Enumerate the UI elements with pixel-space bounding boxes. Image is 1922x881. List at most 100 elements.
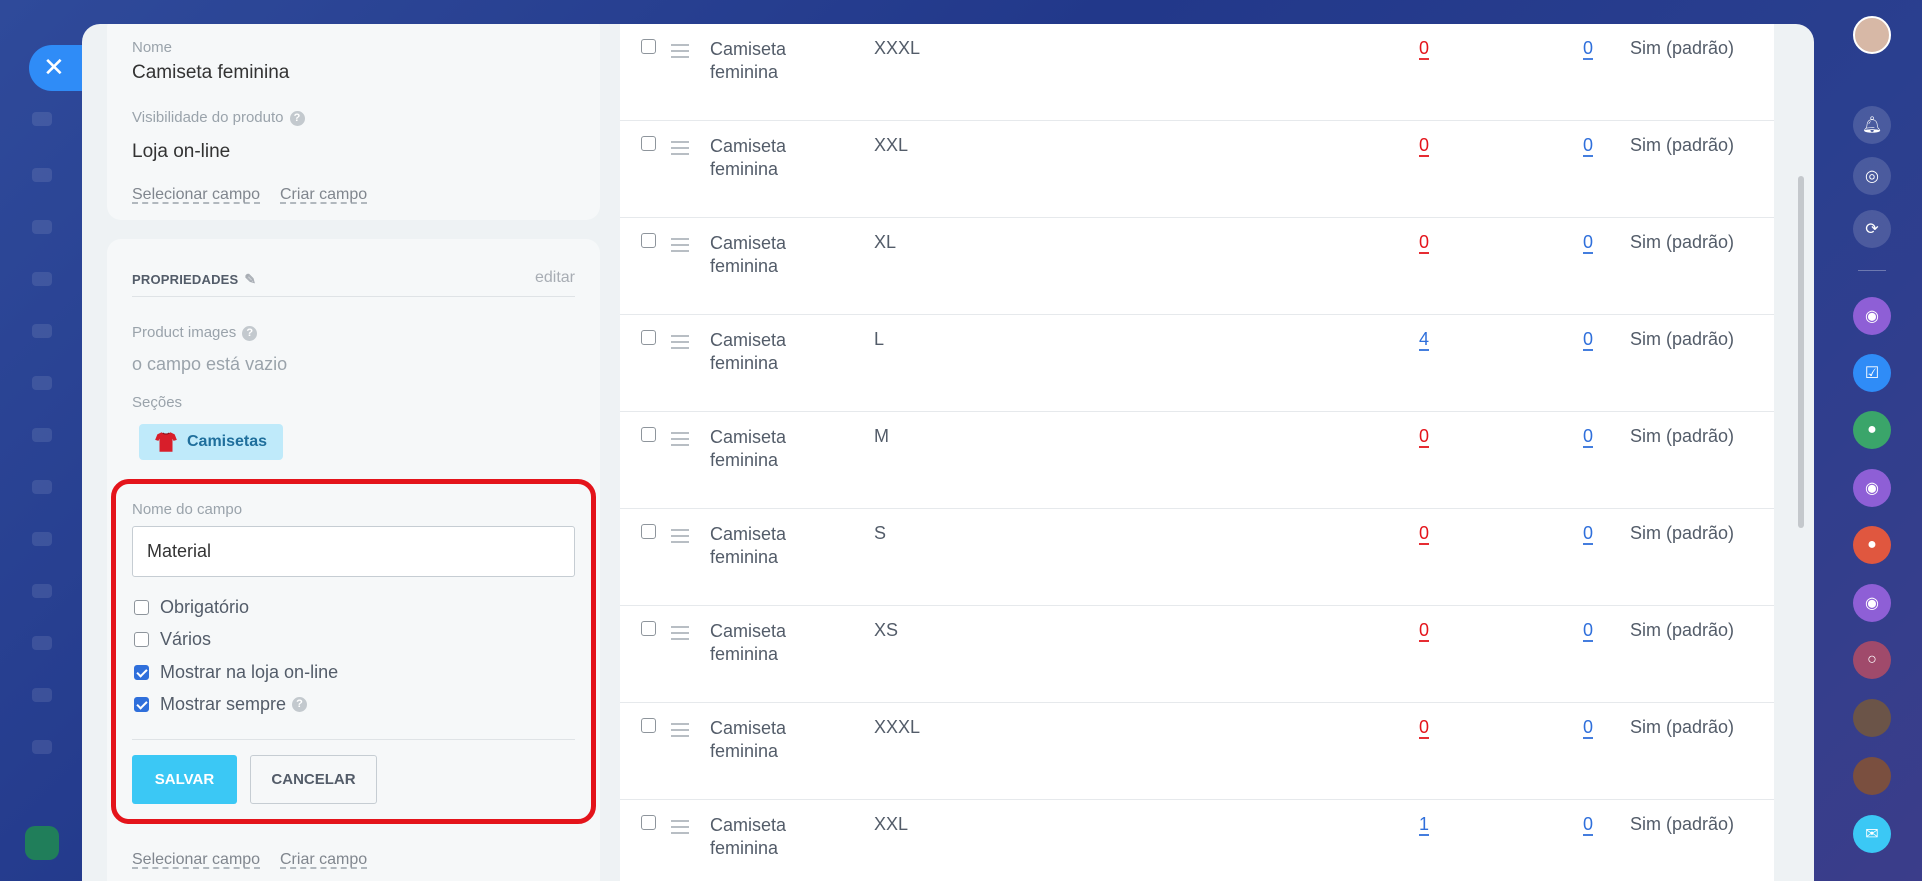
select-field-link[interactable]: Selecionar campo <box>132 851 260 869</box>
product-images-label-text: Product images <box>132 324 237 341</box>
create-field-link[interactable]: Criar campo <box>280 851 367 869</box>
pencil-icon[interactable]: ✎ <box>244 271 256 288</box>
table-row[interactable]: Camiseta feminina M 0 0 Sim (padrão) <box>620 412 1774 509</box>
task-icon[interactable]: ☑ <box>1853 354 1891 392</box>
user-avatar[interactable] <box>1853 16 1891 54</box>
close-slider-button[interactable]: ✕ <box>29 45 89 91</box>
help-icon[interactable]: ? <box>242 326 258 341</box>
drag-handle-icon[interactable] <box>671 44 689 62</box>
variant-default: Sim (padrão) <box>1630 523 1735 543</box>
variant-quantity[interactable]: 0 <box>1419 426 1429 447</box>
drag-handle-icon[interactable] <box>671 432 689 450</box>
variant-default: Sim (padrão) <box>1630 426 1735 446</box>
table-row[interactable]: Camiseta feminina XXXL 0 0 Sim (padrão) <box>620 703 1774 800</box>
table-row[interactable]: Camiseta feminina L 4 0 Sim (padrão) <box>620 315 1774 412</box>
variant-reserved[interactable]: 0 <box>1583 426 1593 447</box>
create-field-link[interactable]: Criar campo <box>280 186 367 204</box>
variant-reserved[interactable]: 0 <box>1583 38 1593 59</box>
target-icon[interactable]: ◎ <box>1853 157 1891 195</box>
bell-icon[interactable]: 🔔︎ <box>1853 106 1891 144</box>
show-in-store-checkbox[interactable] <box>134 665 149 680</box>
section-tag[interactable]: Camisetas <box>139 424 284 460</box>
row-checkbox[interactable] <box>641 136 656 151</box>
variant-quantity[interactable]: 0 <box>1419 523 1429 544</box>
user-avatar[interactable] <box>1853 699 1891 737</box>
variant-default: Sim (padrão) <box>1630 620 1735 640</box>
variant-quantity[interactable]: 4 <box>1419 329 1429 350</box>
table-row[interactable]: Camiseta feminina XXL 0 0 Sim (padrão) <box>620 121 1774 218</box>
circle-icon[interactable]: ○ <box>1853 641 1891 679</box>
bg-menu-icon <box>32 324 52 338</box>
table-row[interactable]: Camiseta feminina S 0 0 Sim (padrão) <box>620 509 1774 606</box>
help-icon[interactable]: ? <box>289 111 305 126</box>
row-checkbox[interactable] <box>641 718 656 733</box>
option-show-always[interactable]: Mostrar sempre ? <box>134 694 308 715</box>
table-row[interactable]: Camiseta feminina XXL 1 0 Sim (padrão) <box>620 800 1774 881</box>
show-always-label: Mostrar sempre <box>160 694 287 714</box>
group-icon[interactable]: ● <box>1853 411 1891 449</box>
variant-quantity[interactable]: 0 <box>1419 620 1429 641</box>
option-show-in-store[interactable]: Mostrar na loja on-line <box>134 662 338 683</box>
row-checkbox[interactable] <box>641 621 656 636</box>
row-checkbox[interactable] <box>641 39 656 54</box>
variant-name: Camiseta feminina <box>710 621 787 664</box>
option-multiple[interactable]: Vários <box>134 629 211 650</box>
user-avatar[interactable] <box>1853 757 1891 795</box>
drag-handle-icon[interactable] <box>671 723 689 741</box>
sections-label: Seções <box>132 394 183 411</box>
variant-reserved[interactable]: 0 <box>1583 523 1593 544</box>
row-checkbox[interactable] <box>641 427 656 442</box>
required-checkbox[interactable] <box>134 600 149 615</box>
chat-icon[interactable]: ✉ <box>1853 815 1891 853</box>
table-row[interactable]: Camiseta feminina XL 0 0 Sim (padrão) <box>620 218 1774 315</box>
variant-reserved[interactable]: 0 <box>1583 717 1593 738</box>
drag-handle-icon[interactable] <box>671 238 689 256</box>
variant-reserved[interactable]: 0 <box>1583 232 1593 253</box>
variant-default: Sim (padrão) <box>1630 232 1735 252</box>
drag-handle-icon[interactable] <box>671 335 689 353</box>
row-checkbox[interactable] <box>641 233 656 248</box>
divider <box>132 739 575 740</box>
drag-handle-icon[interactable] <box>671 820 689 838</box>
drag-handle-icon[interactable] <box>671 529 689 547</box>
select-field-link[interactable]: Selecionar campo <box>132 186 260 204</box>
open-channel-icon[interactable]: ◉ <box>1853 297 1891 335</box>
help-icon[interactable]: ? <box>292 697 308 712</box>
multiple-checkbox[interactable] <box>134 632 149 647</box>
option-required[interactable]: Obrigatório <box>134 597 249 618</box>
bg-menu-icon <box>32 220 52 234</box>
variant-quantity[interactable]: 0 <box>1419 232 1429 253</box>
scrollbar[interactable] <box>1798 176 1804 528</box>
variant-name: Camiseta feminina <box>710 233 787 276</box>
open-channel-icon[interactable]: ◉ <box>1853 469 1891 507</box>
group-icon[interactable]: ● <box>1853 526 1891 564</box>
drag-handle-icon[interactable] <box>671 141 689 159</box>
bg-menu-icon <box>32 532 52 546</box>
row-checkbox[interactable] <box>641 330 656 345</box>
variant-reserved[interactable]: 0 <box>1583 814 1593 835</box>
variant-quantity[interactable]: 1 <box>1419 814 1429 835</box>
field-name-input[interactable] <box>132 526 575 577</box>
cancel-button[interactable]: CANCELAR <box>250 755 377 804</box>
table-row[interactable]: Camiseta feminina XS 0 0 Sim (padrão) <box>620 606 1774 703</box>
sync-icon[interactable]: ⟳ <box>1853 210 1891 248</box>
variant-quantity[interactable]: 0 <box>1419 135 1429 156</box>
properties-title: PROPRIEDADES ✎ <box>132 271 256 288</box>
save-button[interactable]: SALVAR <box>132 755 237 804</box>
row-checkbox[interactable] <box>641 524 656 539</box>
open-channel-icon[interactable]: ◉ <box>1853 584 1891 622</box>
row-checkbox[interactable] <box>641 815 656 830</box>
variant-quantity[interactable]: 0 <box>1419 717 1429 738</box>
visibility-value[interactable]: Loja on-line <box>132 141 230 163</box>
table-row[interactable]: Camiseta feminina XXXL 0 0 Sim (padrão) <box>620 24 1774 121</box>
variant-reserved[interactable]: 0 <box>1583 329 1593 350</box>
variant-quantity[interactable]: 0 <box>1419 38 1429 59</box>
drag-handle-icon[interactable] <box>671 626 689 644</box>
edit-properties-link[interactable]: editar <box>535 269 575 287</box>
product-images-label: Product images? <box>132 324 258 341</box>
variant-reserved[interactable]: 0 <box>1583 620 1593 641</box>
variant-reserved[interactable]: 0 <box>1583 135 1593 156</box>
show-always-checkbox[interactable] <box>134 697 149 712</box>
field-editor-highlight: Nome do campo Obrigatório Vários Mostrar… <box>111 479 596 824</box>
product-name-value[interactable]: Camiseta feminina <box>132 62 289 84</box>
